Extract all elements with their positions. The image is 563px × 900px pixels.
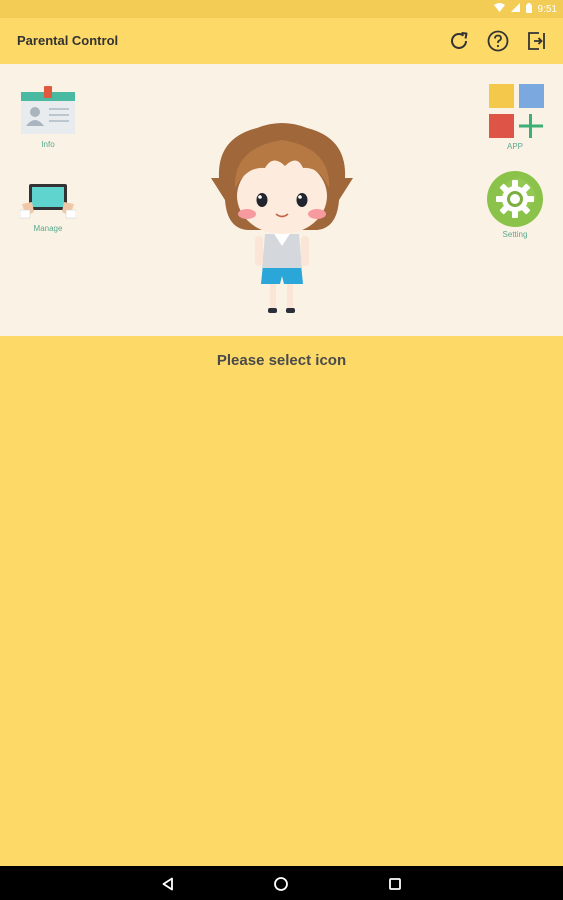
info-label: Info xyxy=(41,140,55,149)
app-tile[interactable]: APP xyxy=(483,82,547,151)
character-mascot xyxy=(207,118,357,323)
back-button[interactable] xyxy=(159,875,177,893)
navigation-bar xyxy=(0,866,563,900)
gear-icon xyxy=(487,171,543,227)
status-bar: 9:51 xyxy=(0,0,563,18)
battery-icon xyxy=(525,2,532,16)
tablet-icon xyxy=(20,184,76,219)
manage-label: Manage xyxy=(33,224,63,233)
home-icon xyxy=(274,877,288,891)
help-button[interactable] xyxy=(484,27,512,55)
back-icon xyxy=(162,877,173,891)
wifi-icon xyxy=(493,3,505,15)
refresh-button[interactable] xyxy=(445,27,473,55)
recents-button[interactable] xyxy=(386,875,404,893)
home-button[interactable] xyxy=(272,875,290,893)
status-icons: 9:51 xyxy=(493,2,557,16)
recents-icon xyxy=(389,878,401,890)
app-title: Parental Control xyxy=(17,33,119,48)
app-bar: Parental Control xyxy=(0,18,563,64)
refresh-icon xyxy=(451,32,468,49)
hint-text: Please select icon xyxy=(216,352,347,369)
status-time: 9:51 xyxy=(537,3,557,15)
setting-tile[interactable]: Setting xyxy=(483,170,547,239)
manage-tile[interactable]: Manage xyxy=(17,180,79,233)
app-label: APP xyxy=(506,142,523,151)
signal-icon xyxy=(510,3,520,15)
exit-icon xyxy=(528,32,545,50)
id-card-icon xyxy=(21,86,75,134)
help-icon xyxy=(487,30,509,52)
apps-grid-icon xyxy=(489,84,544,138)
exit-button[interactable] xyxy=(523,27,551,55)
setting-label: Setting xyxy=(502,230,528,239)
home-panel: Info Manage APP Setting xyxy=(0,64,563,336)
info-tile[interactable]: Info xyxy=(17,86,79,149)
